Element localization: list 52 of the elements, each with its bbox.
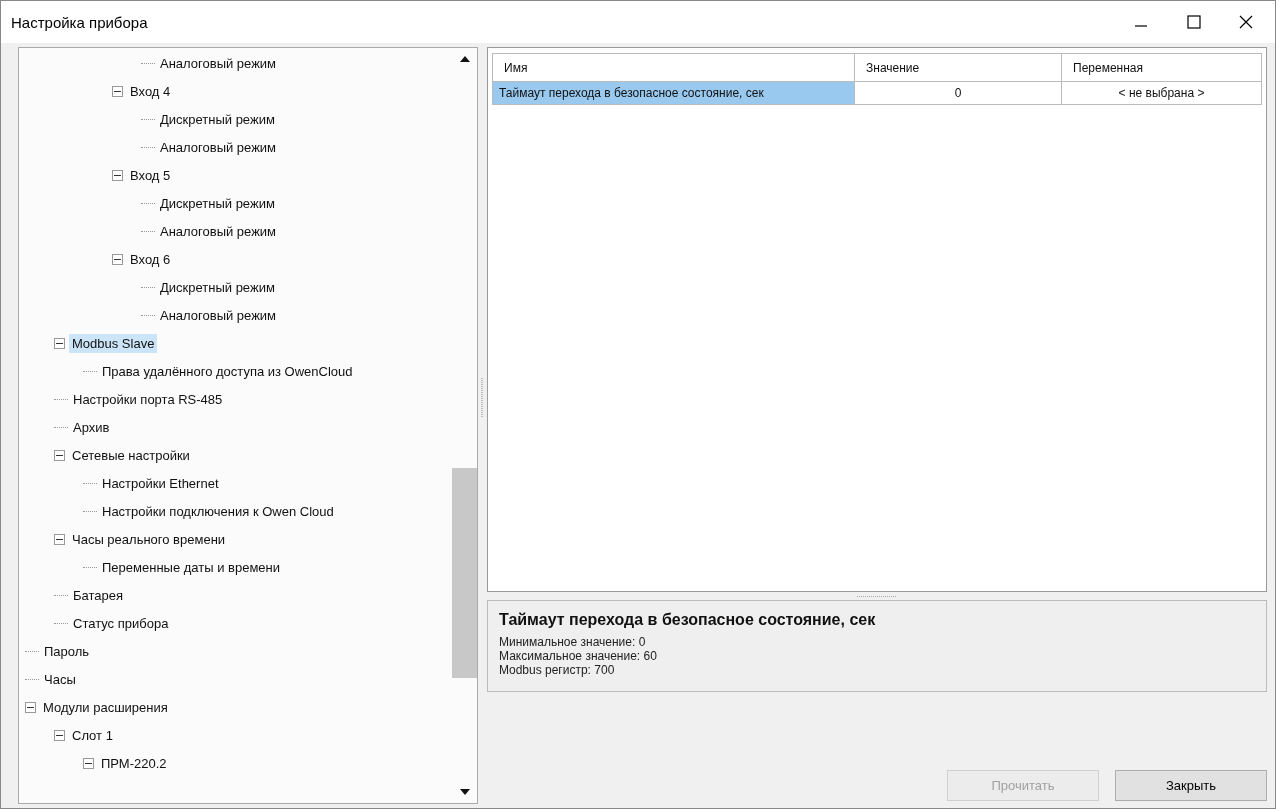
collapse-icon[interactable] — [54, 533, 65, 545]
tree-item[interactable]: ПРМ-220.2 — [98, 753, 170, 773]
collapse-icon[interactable] — [112, 253, 123, 265]
tree-item[interactable]: Сетевые настройки — [69, 445, 193, 465]
tree-item[interactable]: Настройки Ethernet — [99, 473, 222, 493]
column-header[interactable]: Переменная — [1062, 54, 1262, 82]
table-cell[interactable]: < не выбрана > — [1062, 82, 1262, 105]
tree-item[interactable]: Дискретный режим — [157, 193, 278, 213]
tree-item[interactable]: Пароль — [41, 641, 93, 661]
maximize-icon[interactable] — [1187, 15, 1201, 29]
tree-item[interactable]: Слот 1 — [69, 725, 116, 745]
table-cell[interactable]: Таймаут перехода в безопасное состояние, сек — [492, 82, 855, 105]
collapse-icon[interactable] — [112, 85, 123, 97]
tree-item[interactable]: Аналоговый режим — [157, 137, 280, 157]
description-title: Таймаут перехода в безопасное состояние, сек — [499, 611, 877, 629]
tree-item[interactable]: Вход 4 — [127, 81, 174, 101]
column-header[interactable]: Имя — [492, 54, 855, 82]
tree-item[interactable]: Дискретный режим — [157, 109, 278, 129]
description-text: Максимальное значение: 60 — [499, 649, 658, 663]
collapse-icon[interactable] — [54, 449, 65, 461]
tree-item[interactable]: Вход 6 — [127, 249, 174, 269]
window-title: Настройка прибора — [11, 13, 148, 31]
scroll-thumb[interactable] — [452, 468, 477, 678]
tree-item[interactable]: Настройки подключения к Owen Cloud — [99, 501, 337, 521]
tree-item[interactable]: Дискретный режим — [157, 277, 278, 297]
column-header[interactable]: Значение — [855, 54, 1062, 82]
tree-item[interactable]: Аналоговый режим — [157, 305, 280, 325]
tree-item[interactable]: Настройки порта RS-485 — [70, 389, 226, 409]
collapse-icon[interactable] — [25, 701, 36, 713]
collapse-icon[interactable] — [54, 729, 65, 741]
dialog-button[interactable]: Закрыть — [1115, 770, 1267, 801]
collapse-icon[interactable] — [83, 757, 94, 769]
scroll-down-icon[interactable] — [459, 789, 470, 795]
close-icon[interactable] — [1239, 15, 1253, 29]
tree-item[interactable]: Статус прибора — [70, 613, 172, 633]
tree-item[interactable]: Модули расширения — [40, 697, 171, 717]
tree-item[interactable]: Аналоговый режим — [157, 53, 280, 73]
tree-item[interactable]: Вход 5 — [127, 165, 174, 185]
description-text: Минимальное значение: 0 — [499, 635, 647, 649]
scroll-up-icon[interactable] — [459, 56, 470, 62]
collapse-icon[interactable] — [112, 169, 123, 181]
tree-item[interactable]: Аналоговый режим — [157, 221, 280, 241]
collapse-icon[interactable] — [54, 337, 65, 349]
tree-item[interactable]: Часы — [41, 669, 79, 689]
tree-item[interactable]: Права удалённого доступа из OwenCloud — [99, 361, 356, 381]
table-cell[interactable]: 0 — [855, 82, 1062, 105]
tree-item[interactable]: Батарея — [70, 585, 126, 605]
tree-item[interactable]: Архив — [70, 417, 113, 437]
tree-item[interactable]: Часы реального времени — [69, 529, 229, 549]
description-text: Modbus регистр: 700 — [499, 663, 616, 677]
tree-item[interactable]: Переменные даты и времени — [99, 557, 284, 577]
tree-item[interactable]: Modbus Slave — [69, 333, 158, 353]
